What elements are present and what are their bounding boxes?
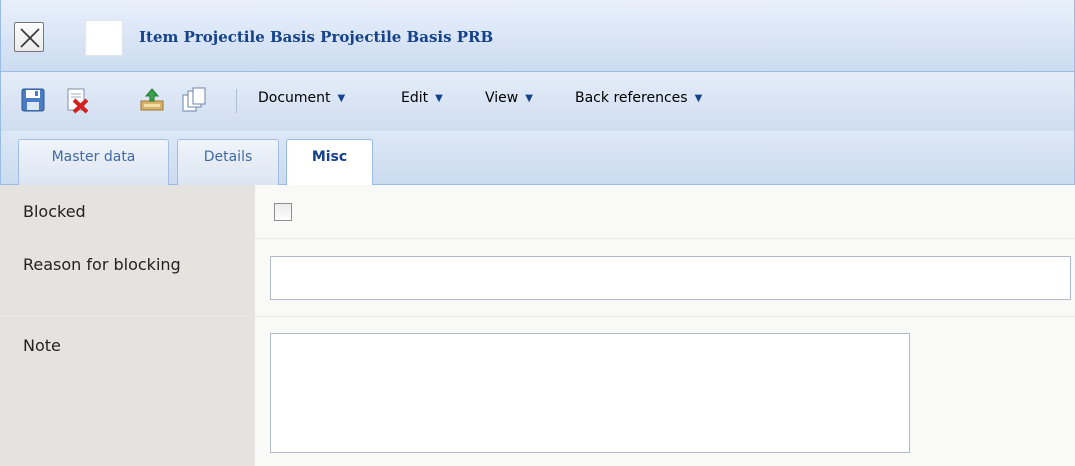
toolbar-separator bbox=[236, 89, 237, 113]
row-divider bbox=[0, 316, 1075, 317]
delete-icon[interactable] bbox=[63, 86, 91, 114]
menu-view[interactable]: View ▼ bbox=[485, 90, 533, 106]
chevron-down-icon: ▼ bbox=[435, 93, 443, 104]
row-divider bbox=[0, 238, 1075, 239]
chevron-down-icon: ▼ bbox=[525, 93, 533, 104]
blocked-label: Blocked bbox=[23, 202, 86, 221]
note-label: Note bbox=[23, 336, 61, 355]
reason-label: Reason for blocking bbox=[23, 255, 181, 274]
label-column bbox=[0, 185, 255, 466]
tab-misc[interactable]: Misc bbox=[286, 139, 373, 186]
misc-form: Blocked Reason for blocking Note bbox=[0, 185, 1075, 466]
tab-strip: Master data Details Misc bbox=[0, 131, 1075, 186]
menu-label: Document bbox=[258, 90, 331, 106]
tab-details[interactable]: Details bbox=[177, 139, 279, 185]
close-button[interactable] bbox=[14, 22, 44, 52]
export-icon[interactable] bbox=[138, 86, 166, 114]
window-title: Item Projectile Basis Projectile Basis P… bbox=[139, 28, 494, 46]
menu-document[interactable]: Document ▼ bbox=[258, 90, 345, 106]
copy-icon[interactable] bbox=[180, 86, 208, 114]
menu-label: Edit bbox=[401, 90, 429, 106]
window-icon-placeholder bbox=[85, 20, 123, 56]
save-icon[interactable] bbox=[19, 86, 47, 114]
chevron-down-icon: ▼ bbox=[694, 93, 703, 104]
menu-back-references[interactable]: Back references ▼ bbox=[575, 90, 702, 106]
reason-input[interactable] bbox=[270, 256, 1071, 300]
note-textarea[interactable] bbox=[270, 333, 910, 453]
toolbar: Document ▼ Edit ▼ View ▼ Back references ▼ bbox=[0, 72, 1075, 131]
chevron-down-icon: ▼ bbox=[337, 93, 346, 104]
menu-edit[interactable]: Edit ▼ bbox=[401, 90, 443, 106]
blocked-checkbox[interactable] bbox=[274, 203, 292, 221]
menu-label: View bbox=[485, 90, 519, 106]
close-x-icon bbox=[20, 28, 40, 48]
window-title-bar: Item Projectile Basis Projectile Basis P… bbox=[0, 0, 1075, 72]
menu-label: Back references bbox=[575, 90, 688, 106]
tab-master-data[interactable]: Master data bbox=[18, 139, 169, 185]
